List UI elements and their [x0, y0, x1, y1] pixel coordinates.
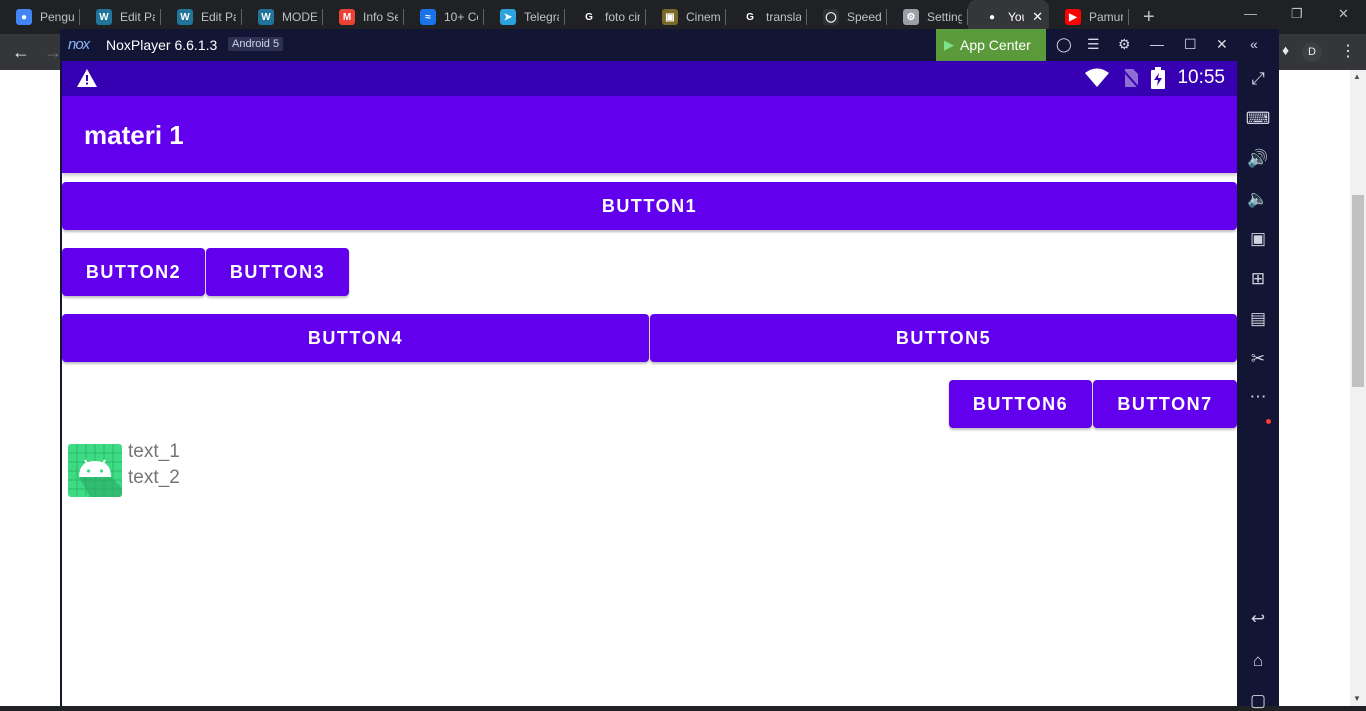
youtube-icon: ▶	[1065, 9, 1081, 25]
volume-down-icon[interactable]: 🔈	[1237, 189, 1279, 209]
settings-gear-icon[interactable]: ⚙	[1118, 36, 1131, 53]
app-center-label: App Center	[960, 37, 1031, 53]
browser-menu-icon[interactable]: ⋮	[1340, 41, 1356, 61]
google-icon: G	[585, 11, 593, 23]
app-title: materi 1	[84, 120, 184, 150]
extensions-icon[interactable]: ♦	[1282, 42, 1289, 58]
wordpress-icon: W	[177, 9, 193, 25]
status-clock: 10:55	[1177, 67, 1225, 88]
close-tab-icon[interactable]: ✕	[1032, 9, 1043, 25]
apk-install-icon[interactable]: ⊞	[1237, 269, 1279, 289]
nox-app-name: NoxPlayer 6.6.1.3	[106, 37, 218, 53]
battery-charging-icon	[1151, 67, 1166, 89]
gmail-icon: M	[339, 9, 355, 25]
android-recents-icon[interactable]: ▢	[1237, 691, 1279, 711]
nox-sidebar: ⤢ ⌨ 🔊 🔈 ▣ ⊞ ▤ ✂ ⋯ ↩ ⌂ ▢	[1237, 61, 1279, 710]
browser-tab-title: Setting	[927, 10, 962, 24]
android-back-icon[interactable]: ↩	[1237, 609, 1279, 629]
android-status-bar: 10:55	[62, 61, 1237, 96]
more-icon[interactable]: ⋯	[1237, 387, 1279, 407]
google-icon: G	[746, 11, 754, 23]
button6[interactable]: BUTTON6	[949, 380, 1092, 428]
new-tab-icon[interactable]: +	[1143, 6, 1155, 29]
gear-icon: ⚙	[903, 9, 919, 25]
close-window-icon[interactable]: ✕	[1338, 6, 1349, 22]
android-launcher-icon	[68, 444, 122, 497]
wifi-icon	[1085, 68, 1110, 87]
keyboard-icon[interactable]: ⌨	[1237, 109, 1279, 129]
button4[interactable]: BUTTON4	[62, 314, 649, 362]
speedtest-icon: ◯	[823, 9, 839, 25]
text-1: text_1	[128, 441, 180, 462]
app-bar: materi 1	[62, 96, 1237, 173]
nox-close-icon[interactable]: ✕	[1216, 36, 1228, 53]
browser-tab-title: foto cin	[605, 10, 640, 24]
text-2: text_2	[128, 467, 180, 488]
browser-tab-title: Speedte	[847, 10, 881, 24]
scroll-down-icon[interactable]: ▼	[1353, 694, 1361, 703]
button7[interactable]: BUTTON7	[1093, 380, 1237, 428]
chart-icon: ≈	[420, 9, 436, 25]
browser-tab-title: Cinema	[686, 10, 720, 24]
browser-tab-title: Info Ser	[363, 10, 398, 24]
browser-tab-title: Edit Pag	[120, 10, 155, 24]
play-store-icon: ▶	[944, 37, 954, 52]
back-arrow-icon[interactable]: ←	[12, 42, 30, 63]
restore-window-icon[interactable]: ❐	[1291, 6, 1303, 22]
profile-avatar[interactable]: D	[1302, 42, 1322, 62]
minimize-window-icon[interactable]: —	[1244, 6, 1257, 21]
scroll-up-icon[interactable]: ▲	[1353, 72, 1361, 81]
browser-tab-title: You	[1008, 10, 1024, 24]
browser-tab-title: MODEL	[282, 10, 317, 24]
screen-icon[interactable]: ▣	[1237, 229, 1279, 249]
nox-title-bar: nox NoxPlayer 6.6.1.3 Android 5 ▶ App Ce…	[60, 29, 1279, 61]
volume-up-icon[interactable]: 🔊	[1237, 149, 1279, 169]
nox-maximize-icon[interactable]: ☐	[1184, 36, 1197, 53]
button1[interactable]: BUTTON1	[62, 182, 1237, 230]
no-sim-icon	[1121, 68, 1140, 88]
collapse-sidebar-icon[interactable]: «	[1250, 36, 1258, 52]
android-home-icon[interactable]: ⌂	[1237, 651, 1279, 671]
browser-tab-title: Pengum	[40, 10, 74, 24]
browser-tab-title: 10+ Co	[444, 10, 478, 24]
telegram-icon: ➤	[500, 9, 516, 25]
nox-player-window: nox NoxPlayer 6.6.1.3 Android 5 ▶ App Ce…	[60, 29, 1279, 710]
page-scrollbar-thumb[interactable]	[1352, 195, 1364, 387]
wordpress-icon: W	[96, 9, 112, 25]
nox-minimize-icon[interactable]: —	[1150, 36, 1164, 52]
browser-tab-title: Pamung	[1089, 10, 1123, 24]
warning-icon	[77, 69, 97, 87]
multi-instance-icon[interactable]: ▤	[1237, 309, 1279, 329]
browser-tab-title: Edit Pag	[201, 10, 236, 24]
fullscreen-icon[interactable]: ⤢	[1237, 69, 1279, 89]
notification-dot-icon	[1266, 419, 1271, 424]
button5[interactable]: BUTTON5	[650, 314, 1237, 362]
person-icon: ●	[16, 9, 32, 25]
github-icon: ●	[988, 11, 996, 23]
shirt-icon[interactable]: ◯	[1056, 36, 1072, 53]
cinema-icon: ▣	[662, 9, 678, 25]
browser-tab-title: Telegra	[524, 10, 559, 24]
wordpress-icon: W	[258, 9, 274, 25]
scissors-icon[interactable]: ✂	[1237, 349, 1279, 369]
browser-tab-title: translat	[766, 10, 801, 24]
menu-icon[interactable]: ☰	[1087, 36, 1100, 53]
nox-logo-icon: nox	[68, 36, 90, 53]
android-version-badge: Android 5	[228, 37, 284, 51]
button2[interactable]: BUTTON2	[62, 248, 205, 296]
button3[interactable]: BUTTON3	[206, 248, 349, 296]
page-scrollbar[interactable]	[1350, 70, 1366, 706]
app-center-button[interactable]: ▶ App Center	[936, 29, 1046, 61]
android-screen: 10:55 materi 1 BUTTON1 BUTTON2 BUTTON3 B…	[62, 61, 1237, 706]
